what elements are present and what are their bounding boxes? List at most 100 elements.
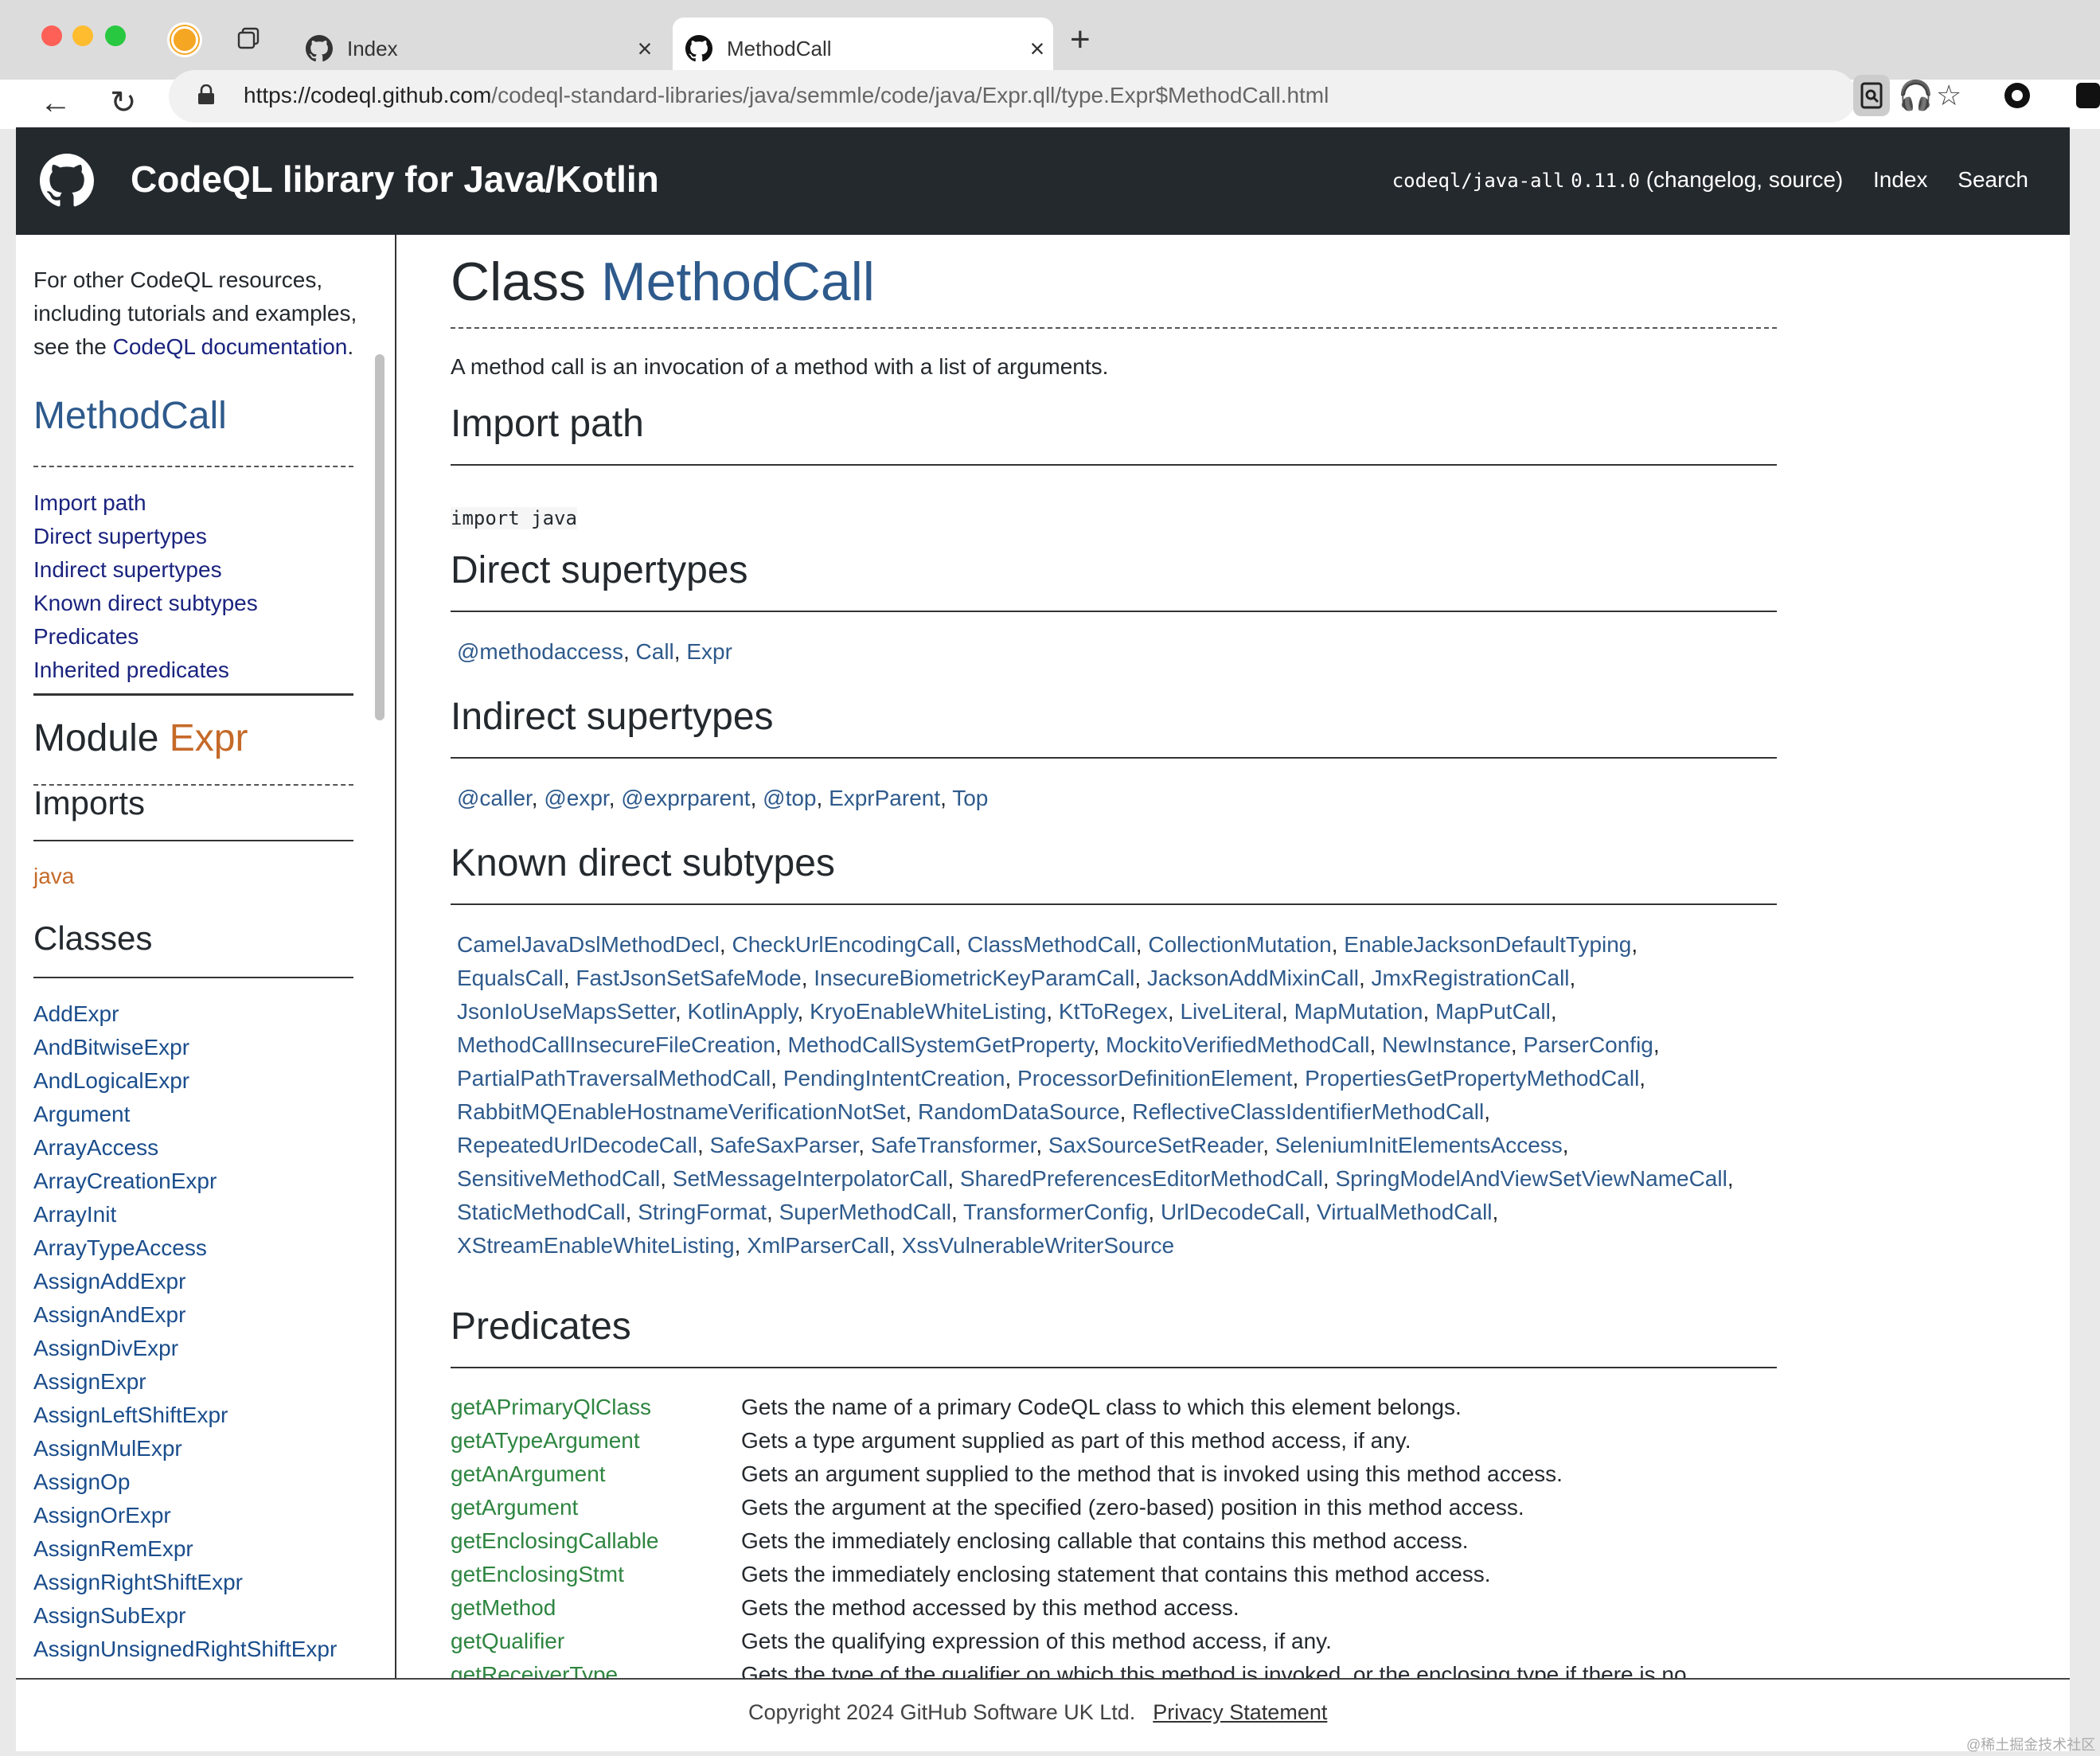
toc-known-direct-subtypes[interactable]: Known direct subtypes: [33, 591, 258, 615]
subtype-link[interactable]: RabbitMQEnableHostnameVerificationNotSet: [457, 1099, 905, 1124]
class-link[interactable]: AssignAndExpr: [33, 1298, 337, 1332]
supertype-link[interactable]: ExprParent: [829, 786, 940, 810]
subtype-link[interactable]: SensitiveMethodCall: [457, 1166, 660, 1191]
class-link[interactable]: AssignOrExpr: [33, 1499, 337, 1532]
subtype-link[interactable]: ParserConfig: [1523, 1032, 1653, 1057]
subtype-link[interactable]: NewInstance: [1382, 1032, 1511, 1057]
subtype-link[interactable]: CheckUrlEncodingCall: [732, 932, 954, 957]
class-link[interactable]: AssignSubExpr: [33, 1599, 337, 1633]
subtype-link[interactable]: ProcessorDefinitionElement: [1017, 1066, 1293, 1091]
predicate-link[interactable]: getAnArgument: [451, 1457, 741, 1491]
subtype-link[interactable]: EqualsCall: [457, 966, 564, 990]
predicate-link[interactable]: getEnclosingCallable: [451, 1524, 741, 1558]
subtype-link[interactable]: KotlinApply: [687, 999, 797, 1024]
record-icon[interactable]: [2004, 83, 2030, 108]
subtype-link[interactable]: MethodCallInsecureFileCreation: [457, 1032, 775, 1057]
subtype-link[interactable]: FastJsonSetSafeMode: [576, 966, 801, 990]
subtype-link[interactable]: XStreamEnableWhiteListing: [457, 1233, 735, 1258]
header-search-link[interactable]: Search: [1958, 167, 2028, 192]
window-close-button[interactable]: [41, 25, 62, 46]
new-tab-icon[interactable]: +: [1070, 22, 1091, 57]
predicate-link[interactable]: getArgument: [451, 1491, 741, 1524]
class-link[interactable]: AssignExpr: [33, 1365, 337, 1399]
subtype-link[interactable]: SpringModelAndViewSetViewNameCall: [1335, 1166, 1727, 1191]
close-icon[interactable]: ×: [629, 34, 661, 64]
subtype-link[interactable]: XssVulnerableWriterSource: [902, 1233, 1174, 1258]
supertype-link[interactable]: @methodaccess: [457, 639, 623, 664]
toc-import-path[interactable]: Import path: [33, 490, 146, 515]
predicate-link[interactable]: getATypeArgument: [451, 1424, 741, 1457]
supertype-link[interactable]: Expr: [686, 639, 732, 664]
subtype-link[interactable]: SeleniumInitElementsAccess: [1275, 1133, 1563, 1157]
window-zoom-button[interactable]: [105, 25, 126, 46]
close-icon[interactable]: ×: [1021, 34, 1053, 64]
subtype-link[interactable]: StringFormat: [638, 1200, 767, 1224]
predicate-link[interactable]: getEnclosingStmt: [451, 1558, 741, 1591]
toc-indirect-supertypes[interactable]: Indirect supertypes: [33, 557, 222, 582]
bookmark-star-icon[interactable]: ☆: [1936, 80, 1961, 111]
codeql-documentation-link[interactable]: CodeQL documentation: [113, 334, 348, 359]
sidebar-vertical-scrollbar[interactable]: [375, 354, 384, 720]
class-link[interactable]: ArrayTypeAccess: [33, 1231, 337, 1265]
subtype-link[interactable]: ReflectiveClassIdentifierMethodCall: [1132, 1099, 1484, 1124]
class-link[interactable]: AssignAddExpr: [33, 1265, 337, 1298]
subtype-link[interactable]: XmlParserCall: [747, 1233, 889, 1258]
tab-overview-icon[interactable]: [237, 27, 260, 49]
subtype-link[interactable]: LiveLiteral: [1180, 999, 1282, 1024]
toc-inherited-predicates[interactable]: Inherited predicates: [33, 658, 229, 682]
class-link[interactable]: AssignMulExpr: [33, 1432, 337, 1465]
subtype-link[interactable]: PendingIntentCreation: [783, 1066, 1005, 1091]
class-name-link[interactable]: MethodCall: [601, 252, 875, 312]
profile-icon[interactable]: [167, 22, 202, 57]
subtype-link[interactable]: InsecureBiometricKeyParamCall: [814, 966, 1134, 990]
subtype-link[interactable]: MapMutation: [1294, 999, 1423, 1024]
subtype-link[interactable]: TransformerConfig: [963, 1200, 1148, 1224]
subtype-link[interactable]: KtToRegex: [1059, 999, 1168, 1024]
class-link[interactable]: AndBitwiseExpr: [33, 1031, 337, 1064]
subtype-link[interactable]: KryoEnableWhiteListing: [810, 999, 1046, 1024]
version-links[interactable]: (changelog, source): [1646, 167, 1843, 192]
reload-icon[interactable]: ↻: [110, 83, 137, 123]
subtype-link[interactable]: CollectionMutation: [1148, 932, 1331, 957]
subtype-link[interactable]: MapPutCall: [1435, 999, 1551, 1024]
subtype-link[interactable]: PropertiesGetPropertyMethodCall: [1305, 1066, 1639, 1091]
subtype-link[interactable]: SafeSaxParser: [710, 1133, 859, 1157]
sidebar-class-title[interactable]: MethodCall: [33, 394, 227, 438]
privacy-statement-link[interactable]: Privacy Statement: [1153, 1700, 1327, 1724]
class-link[interactable]: ArrayCreationExpr: [33, 1165, 337, 1198]
url-text[interactable]: https://codeql.github.com/codeql-standar…: [244, 83, 1329, 108]
window-minimize-button[interactable]: [72, 25, 93, 46]
class-link[interactable]: AssignDivExpr: [33, 1332, 337, 1365]
class-link[interactable]: AssignRemExpr: [33, 1532, 337, 1566]
class-link[interactable]: AssignRightShiftExpr: [33, 1566, 337, 1599]
class-link[interactable]: AssignUnsignedRightShiftExpr: [33, 1633, 337, 1666]
subtype-link[interactable]: SharedPreferencesEditorMethodCall: [960, 1166, 1323, 1191]
supertype-link[interactable]: Call: [636, 639, 674, 664]
subtype-link[interactable]: SetMessageInterpolatorCall: [673, 1166, 948, 1191]
supertype-link[interactable]: Top: [952, 786, 988, 810]
supertype-link[interactable]: @caller: [457, 786, 532, 810]
subtype-link[interactable]: MethodCallSystemGetProperty: [788, 1032, 1094, 1057]
github-logo-icon[interactable]: [40, 154, 94, 208]
subtype-link[interactable]: SafeTransformer: [871, 1133, 1036, 1157]
predicate-link[interactable]: getMethod: [451, 1591, 741, 1625]
subtype-link[interactable]: UrlDecodeCall: [1161, 1200, 1305, 1224]
supertype-link[interactable]: @exprparent: [621, 786, 750, 810]
header-index-link[interactable]: Index: [1873, 167, 1928, 192]
subtype-link[interactable]: JmxRegistrationCall: [1372, 966, 1570, 990]
subtype-link[interactable]: EnableJacksonDefaultTyping: [1344, 932, 1631, 957]
class-link[interactable]: Argument: [33, 1098, 337, 1131]
subtype-link[interactable]: SaxSourceSetReader: [1048, 1133, 1263, 1157]
predicate-link[interactable]: getAPrimaryQlClass: [451, 1391, 741, 1424]
site-title[interactable]: CodeQL library for Java/Kotlin: [131, 158, 659, 201]
subtype-link[interactable]: CamelJavaDslMethodDecl: [457, 932, 720, 957]
subtype-link[interactable]: RandomDataSource: [918, 1099, 1120, 1124]
headphones-icon[interactable]: 🎧: [1898, 80, 1934, 111]
class-link[interactable]: AssignOp: [33, 1465, 337, 1499]
class-link[interactable]: AddExpr: [33, 997, 337, 1031]
supertype-link[interactable]: @top: [763, 786, 816, 810]
toc-predicates[interactable]: Predicates: [33, 624, 139, 649]
subtype-link[interactable]: StaticMethodCall: [457, 1200, 626, 1224]
subtype-link[interactable]: JacksonAddMixinCall: [1147, 966, 1359, 990]
subtype-link[interactable]: SuperMethodCall: [779, 1200, 951, 1224]
